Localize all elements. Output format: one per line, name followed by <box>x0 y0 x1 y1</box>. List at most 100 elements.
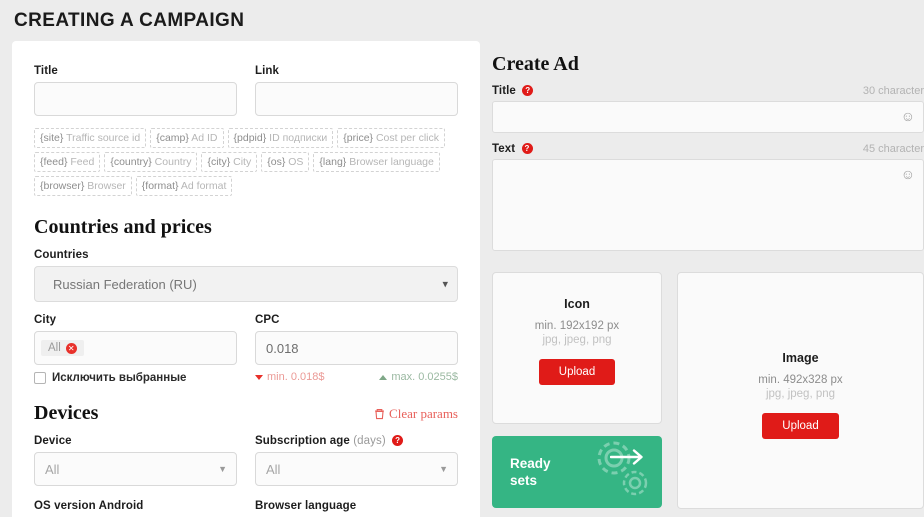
arrow-right-icon <box>610 449 643 465</box>
countries-field-group: Countries Russian Federation (RU) ▾ <box>34 249 458 302</box>
icon-card-title: Icon <box>564 297 590 311</box>
icon-card-dimensions: min. 192x192 px <box>534 320 620 332</box>
macro-tag[interactable]: {os} OS <box>261 152 310 172</box>
create-ad-heading: Create Ad <box>492 53 579 75</box>
media-upload-row: Icon min. 192x192 px jpg, jpeg, png Uplo… <box>492 272 924 509</box>
subscription-age-label-text: Subscription age <box>255 435 350 447</box>
macro-tag[interactable]: {browser} Browser <box>34 176 132 196</box>
help-icon[interactable]: ? <box>521 143 533 154</box>
image-card-formats: jpg, jpeg, png <box>765 388 836 400</box>
gear-icon <box>622 470 648 496</box>
ready-sets-card[interactable]: Ready sets <box>492 436 662 508</box>
device-subscription-row: Device All ▼ Subscription age (days) ? A… <box>34 435 458 486</box>
browser-language-field-group: Browser language All ✕ <box>255 500 458 517</box>
image-upload-button[interactable]: Upload <box>762 413 839 439</box>
ad-text-area[interactable] <box>492 159 924 251</box>
clear-params-label: Clear params <box>389 406 458 421</box>
icon-card-formats: jpg, jpeg, png <box>542 334 612 346</box>
macro-tag[interactable]: {feed} Feed <box>34 152 101 172</box>
ad-text-label-row: Text ? 45 character <box>492 143 924 155</box>
subscription-age-select[interactable]: All <box>255 452 458 486</box>
cpc-max-hint: max. 0.0255$ <box>379 371 458 383</box>
devices-section-heading: Devices <box>34 402 99 424</box>
macro-tag-token: {lang} <box>319 156 347 168</box>
exclude-selected-checkbox[interactable] <box>34 372 46 384</box>
city-chip-label: All <box>48 342 61 354</box>
image-upload-card: Image min. 492x328 px jpg, jpeg, png Upl… <box>677 272 924 509</box>
macro-tag-token: {pdpid} <box>233 132 267 144</box>
triangle-down-icon <box>255 374 263 380</box>
icon-upload-button[interactable]: Upload <box>538 359 616 385</box>
countries-section-heading: Countries and prices <box>34 216 212 238</box>
city-chip[interactable]: All ✕ <box>41 340 84 356</box>
city-field-group: City All ✕ Исключить выбранные <box>34 314 237 384</box>
emoji-icon[interactable]: ☺ <box>901 109 915 123</box>
macro-tag-token: {browser} <box>40 180 85 192</box>
macro-tag-token: {site} <box>40 132 64 144</box>
macro-tag[interactable]: {country} Country <box>104 152 198 172</box>
help-icon[interactable]: ? <box>392 435 404 446</box>
campaign-settings-card: Title Link {site} Traffic source id {camp… <box>12 41 480 517</box>
cpc-max-label: max. 0.0255$ <box>391 371 458 383</box>
ready-sets-text: Ready sets <box>510 455 551 489</box>
ad-title-input[interactable] <box>492 101 924 133</box>
image-card-dimensions: min. 492x328 px <box>758 374 843 386</box>
remove-chip-icon[interactable]: ✕ <box>65 342 77 354</box>
page-title: CREATING A CAMPAIGN <box>14 10 245 31</box>
device-field-group: Device All ▼ <box>34 435 237 486</box>
cpc-min-hint: min. 0.018$ <box>255 371 324 383</box>
macro-tag-token: {country} <box>110 156 152 168</box>
cpc-hints: min. 0.018$ max. 0.0255$ <box>255 371 458 383</box>
ad-text-label: Text ? <box>492 143 533 155</box>
emoji-icon[interactable]: ☺ <box>901 167 915 181</box>
os-version-label: OS version Android <box>34 500 144 512</box>
trash-icon <box>375 409 385 420</box>
help-icon[interactable]: ? <box>522 85 534 96</box>
macro-tag[interactable]: {price} Cost per click <box>337 128 445 148</box>
device-select[interactable]: All <box>34 452 237 486</box>
ad-text-area-wrap: ☺ <box>492 159 924 256</box>
ad-text-label-text: Text <box>492 143 516 155</box>
icon-upload-column: Icon min. 192x192 px jpg, jpeg, png Uplo… <box>492 272 662 509</box>
macro-tag[interactable]: {lang} Browser language <box>313 152 440 172</box>
subscription-age-label-days: (days) <box>353 435 386 447</box>
title-field-group: Title <box>34 65 237 116</box>
exclude-selected-label: Исключить выбранные <box>52 372 187 384</box>
ad-text-counter: 45 character <box>862 143 924 155</box>
macro-tag-list: {site} Traffic source id {camp} Ad ID {pdp… <box>34 128 458 196</box>
triangle-up-icon <box>379 374 388 380</box>
city-input[interactable]: All ✕ <box>34 331 237 365</box>
exclude-selected-checkbox-row[interactable]: Исключить выбранные <box>34 372 237 384</box>
macro-tag-token: {feed} <box>40 156 68 168</box>
cpc-input[interactable] <box>255 331 458 365</box>
macro-tag-token: {format} <box>141 180 179 192</box>
title-label: Title <box>34 65 58 77</box>
city-cpc-row: City All ✕ Исключить выбранные CPC 0.018… <box>34 314 458 384</box>
macro-tag[interactable]: {camp} Ad ID <box>150 128 224 148</box>
create-ad-column: Create Ad Title ? 30 character ☺ Text ? … <box>480 41 924 509</box>
ad-title-label-text: Title <box>492 85 516 97</box>
city-label: City <box>34 314 57 326</box>
macro-tag[interactable]: {pdpid} ID подписки <box>227 128 334 148</box>
subscription-age-label: Subscription age (days) ? <box>255 435 458 447</box>
main-layout: Title Link {site} Traffic source id {camp… <box>0 41 924 517</box>
ad-title-input-wrap: ☺ <box>492 101 924 133</box>
macro-tag[interactable]: {site} Traffic source id <box>34 128 147 148</box>
cpc-field-group: CPC min. 0.018$ max. 0.0255$ <box>255 314 458 384</box>
device-label: Device <box>34 435 72 447</box>
countries-select[interactable]: Russian Federation (RU) <box>34 266 458 302</box>
ready-sets-line1: Ready <box>510 456 551 471</box>
browser-language-label: Browser language <box>255 500 357 512</box>
subscription-age-field-group: Subscription age (days) ? All ▼ <box>255 435 458 486</box>
macro-tag-token: {price} <box>343 132 374 144</box>
title-input[interactable] <box>34 82 237 116</box>
link-input[interactable] <box>255 82 458 116</box>
clear-params-button[interactable]: Clear params <box>374 406 458 425</box>
countries-label: Countries <box>34 249 89 261</box>
ad-title-label: Title ? <box>492 85 534 97</box>
link-label: Link <box>255 65 280 77</box>
macro-tag[interactable]: {city} City <box>201 152 258 172</box>
macro-tag-token: {city} <box>207 156 231 168</box>
title-link-row: Title Link <box>34 65 458 116</box>
macro-tag[interactable]: {format} Ad format <box>135 176 233 196</box>
